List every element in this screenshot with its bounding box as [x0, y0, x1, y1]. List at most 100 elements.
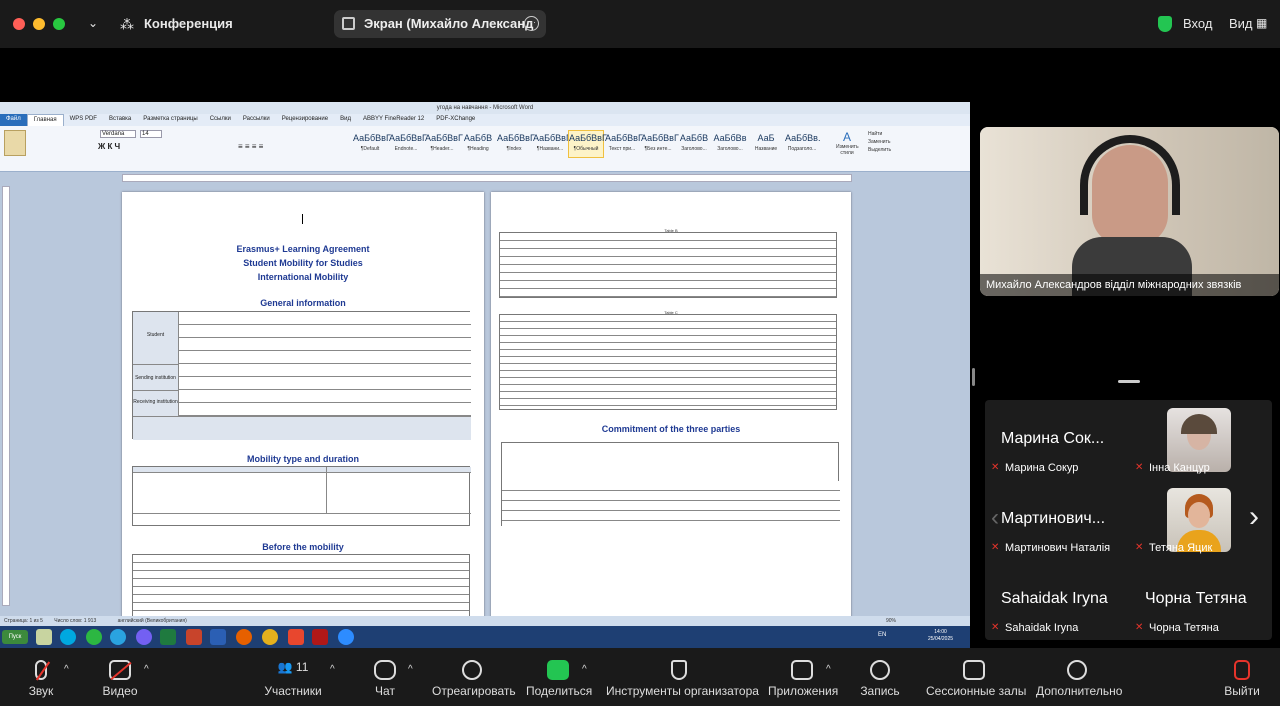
- maximize-window-button[interactable]: [53, 18, 65, 30]
- participant-tile[interactable]: ✕ Тетяна Яцик: [1129, 480, 1263, 554]
- video-off-icon: [109, 660, 132, 681]
- chat-button[interactable]: Чат: [370, 648, 400, 706]
- participant-tile[interactable]: Чорна Тетяна ✕ Чорна Тетяна: [1129, 560, 1263, 634]
- bold-italic-underline[interactable]: Ж К Ч: [98, 142, 120, 151]
- explorer-icon[interactable]: [36, 629, 52, 645]
- whatsapp-icon[interactable]: [86, 629, 102, 645]
- pdf-icon[interactable]: [312, 629, 328, 645]
- gallery-next-icon[interactable]: ›: [1249, 500, 1259, 534]
- tab-pdf-xchange[interactable]: PDF-XChange: [430, 114, 481, 126]
- participant-name: Інна Канцур: [1149, 462, 1210, 474]
- powerpoint-icon[interactable]: [186, 629, 202, 645]
- select-button[interactable]: Выделить: [868, 146, 891, 154]
- chrome-icon[interactable]: [262, 629, 278, 645]
- participant-tile[interactable]: Sahaidak Iryna ✕ Sahaidak Iryna: [985, 560, 1119, 634]
- react-button[interactable]: Отреагировать: [432, 648, 516, 706]
- share-title: Экран (Михайло Александ: [364, 16, 534, 31]
- tab-abbyy[interactable]: ABBYY FineReader 12: [357, 114, 430, 126]
- firefox-icon[interactable]: [236, 629, 252, 645]
- minimize-window-button[interactable]: [33, 18, 45, 30]
- telegram-icon[interactable]: [110, 629, 126, 645]
- participant-tile[interactable]: Мартинович... ✕ Мартинович Наталія: [985, 480, 1119, 554]
- leave-button[interactable]: Выйти: [1224, 648, 1260, 706]
- style-item[interactable]: АаБбВвГ ¶Названи...: [532, 130, 571, 158]
- paste-icon[interactable]: [4, 130, 26, 156]
- audio-options-chevron-icon[interactable]: ^: [64, 664, 69, 675]
- style-item[interactable]: АаБбВвГ Текст при...: [604, 130, 643, 158]
- signature-rows: [502, 481, 840, 527]
- style-item[interactable]: АаБбВвГ ¶Без инте...: [640, 130, 679, 158]
- font-name-select[interactable]: Verdana: [100, 130, 136, 138]
- participants-icon: ⁂: [120, 16, 134, 32]
- apps-options-chevron-icon[interactable]: ^: [826, 664, 831, 675]
- participant-tile[interactable]: Марина Сок... ✕ Марина Сокур: [985, 400, 1119, 474]
- style-item[interactable]: АаБбВвГ ¶Header...: [424, 130, 463, 158]
- participants-button[interactable]: 👥 11 Участники: [262, 648, 324, 706]
- tab-home[interactable]: Главная: [26, 114, 64, 126]
- share-options-chevron-icon[interactable]: ^: [582, 664, 587, 675]
- word-icon[interactable]: [210, 629, 226, 645]
- style-item[interactable]: АаБбВв. Подзаголо...: [784, 130, 820, 158]
- login-button[interactable]: Вход: [1183, 16, 1212, 31]
- start-button[interactable]: Пуск: [2, 630, 28, 644]
- font-size-select[interactable]: 14: [140, 130, 162, 138]
- audio-button[interactable]: Звук: [20, 648, 62, 706]
- more-button[interactable]: Дополнительно: [1036, 648, 1122, 706]
- language-row: [133, 416, 471, 440]
- style-item[interactable]: АаБбВв Заголово...: [712, 130, 748, 158]
- participants-options-chevron-icon[interactable]: ^: [330, 664, 335, 675]
- participant-tile[interactable]: ✕ Інна Канцур: [1129, 400, 1263, 474]
- tab-layout[interactable]: Разметка страницы: [137, 114, 203, 126]
- mic-muted-icon: ✕: [1135, 462, 1144, 473]
- tab-wps-pdf[interactable]: WPS PDF: [64, 114, 103, 126]
- tab-mailings[interactable]: Рассылки: [237, 114, 276, 126]
- participant-display-name: Sahaidak Iryna: [1001, 590, 1108, 607]
- change-styles-button[interactable]: A Изменить стили: [836, 130, 859, 156]
- label-student: Student: [133, 312, 179, 364]
- tab-insert[interactable]: Вставка: [103, 114, 137, 126]
- skype-icon[interactable]: [60, 629, 76, 645]
- more-dots-icon: [1067, 660, 1087, 680]
- share-button[interactable]: Поделиться: [526, 648, 592, 706]
- avatar-face: [1188, 502, 1210, 528]
- style-item-selected[interactable]: АаБбВвГ ¶Обычный: [568, 130, 607, 158]
- security-shield-icon: [1158, 16, 1172, 32]
- tab-references[interactable]: Ссылки: [204, 114, 237, 126]
- style-item[interactable]: АаБбВ Заголово...: [676, 130, 712, 158]
- style-item[interactable]: АаБбВвГ ¶Default: [352, 130, 391, 158]
- zoom-app-icon[interactable]: [338, 629, 354, 645]
- view-grid-icon[interactable]: ▦: [1256, 16, 1267, 30]
- table-grid: [179, 312, 471, 416]
- speaker-video[interactable]: Михайло Александров відділ міжнародних з…: [980, 127, 1279, 296]
- style-item[interactable]: АаБбВ ¶Heading: [460, 130, 496, 158]
- breakout-rooms-button[interactable]: Сессионные залы: [926, 648, 1026, 706]
- keyboard-language[interactable]: EN: [878, 632, 886, 638]
- replace-button[interactable]: Заменить: [868, 138, 891, 146]
- participant-display-name: Чорна Тетяна: [1145, 590, 1247, 607]
- excel-icon[interactable]: [160, 629, 176, 645]
- split-handle[interactable]: [972, 368, 975, 386]
- paragraph-align-icon[interactable]: ≡ ≡ ≡ ≡: [238, 142, 263, 151]
- wps-icon[interactable]: [288, 629, 304, 645]
- style-item[interactable]: АаБбВвГ Endnote...: [388, 130, 427, 158]
- style-item[interactable]: АаБбВвГ ¶Index: [496, 130, 535, 158]
- tab-file[interactable]: Файл: [0, 114, 27, 126]
- tab-review[interactable]: Рецензирование: [276, 114, 334, 126]
- find-button[interactable]: Найти: [868, 130, 891, 138]
- record-button[interactable]: Запись: [860, 648, 900, 706]
- screen-share-pill[interactable]: Экран (Михайло Александ ···: [334, 10, 546, 38]
- tab-view[interactable]: Вид: [334, 114, 357, 126]
- style-item[interactable]: АаБ Название: [748, 130, 784, 158]
- chat-options-chevron-icon[interactable]: ^: [408, 664, 413, 675]
- viber-icon[interactable]: [136, 629, 152, 645]
- chevron-down-icon[interactable]: ⌄: [88, 16, 98, 30]
- host-tools-button[interactable]: Инструменты организатора: [606, 648, 759, 706]
- drag-handle[interactable]: [1118, 380, 1140, 383]
- view-button[interactable]: Вид: [1229, 16, 1253, 31]
- more-icon[interactable]: ···: [524, 16, 539, 31]
- gallery-prev-icon[interactable]: ‹: [991, 504, 999, 532]
- video-button[interactable]: Видео: [98, 648, 142, 706]
- video-options-chevron-icon[interactable]: ^: [144, 664, 149, 675]
- apps-button[interactable]: Приложения: [768, 648, 838, 706]
- close-window-button[interactable]: [13, 18, 25, 30]
